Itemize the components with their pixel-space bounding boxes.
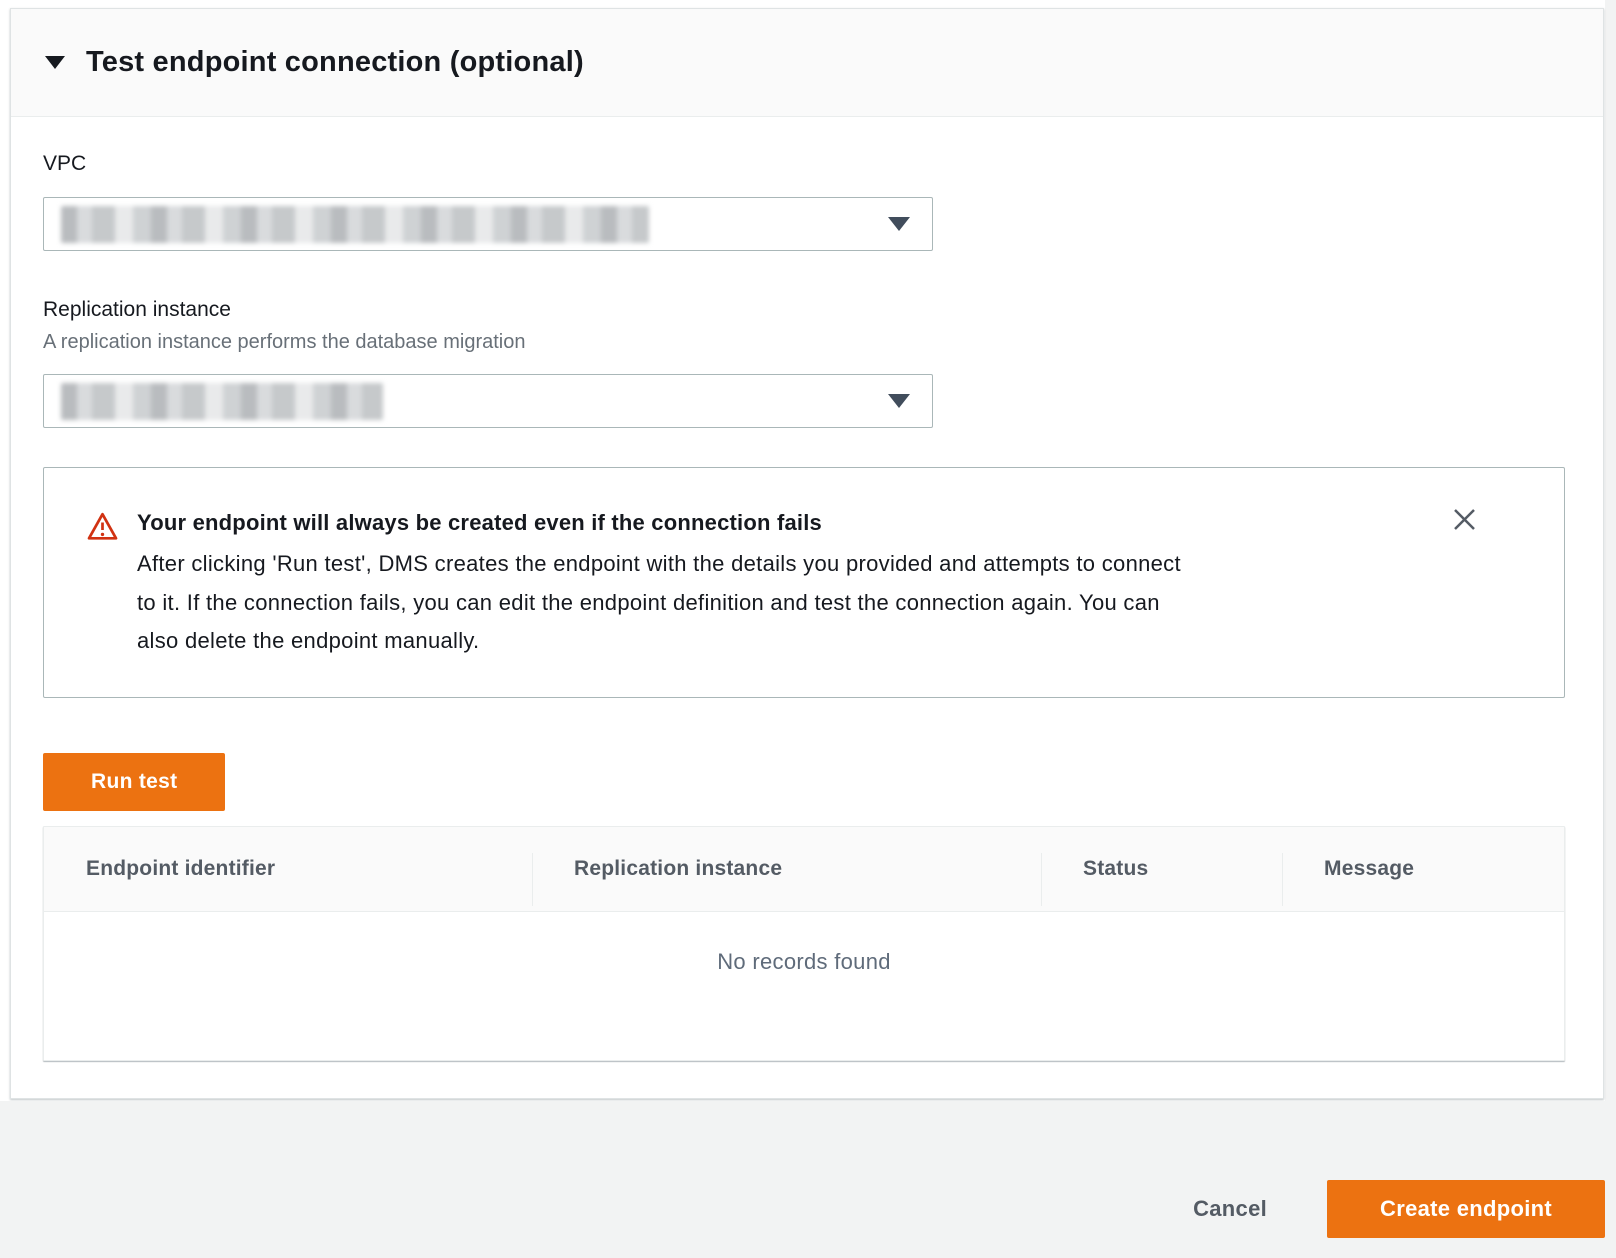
close-icon[interactable] [1447, 502, 1482, 537]
column-divider [1041, 853, 1042, 906]
replication-instance-field: Replication instance A replication insta… [43, 296, 1573, 428]
caret-down-icon [888, 217, 910, 231]
create-endpoint-button[interactable]: Create endpoint [1327, 1180, 1605, 1238]
replication-instance-redacted-value [61, 383, 383, 420]
replication-instance-label: Replication instance [43, 296, 1573, 324]
vpc-label: VPC [43, 150, 1573, 178]
vpc-field: VPC [43, 150, 1573, 251]
warning-body-line: to it. If the connection fails, you can … [137, 584, 1181, 623]
section-collapse-caret-down-icon[interactable] [45, 56, 65, 69]
replication-instance-description: A replication instance performs the data… [43, 329, 1573, 355]
column-divider [1282, 853, 1283, 906]
warning-alert: Your endpoint will always be created eve… [43, 467, 1565, 698]
column-header-endpoint-identifier: Endpoint identifier [44, 827, 532, 911]
section-header-toggle[interactable]: Test endpoint connection (optional) [11, 9, 1603, 117]
empty-state-text: No records found [44, 912, 1564, 975]
column-header-message: Message [1282, 827, 1564, 911]
test-results-table: Endpoint identifier Replication instance… [43, 826, 1565, 1061]
warning-body-line: After clicking 'Run test', DMS creates t… [137, 545, 1181, 584]
page-right-gutter [1605, 0, 1616, 1101]
table-body: No records found [44, 912, 1564, 1060]
vpc-select[interactable] [43, 197, 933, 251]
section-title: Test endpoint connection (optional) [86, 46, 584, 79]
column-header-status: Status [1041, 827, 1282, 911]
cancel-button[interactable]: Cancel [1163, 1180, 1297, 1238]
warning-triangle-icon [87, 511, 118, 661]
column-divider [532, 853, 533, 906]
page-footer: Cancel Create endpoint [0, 1101, 1616, 1258]
warning-title: Your endpoint will always be created eve… [137, 508, 1181, 538]
vpc-redacted-value [61, 206, 649, 243]
warning-text: Your endpoint will always be created eve… [137, 508, 1181, 661]
section-content: VPC Replication instance A replication i… [11, 117, 1603, 1061]
table-header-row: Endpoint identifier Replication instance… [44, 827, 1564, 912]
column-header-replication-instance: Replication instance [532, 827, 1041, 911]
warning-body-line: also delete the endpoint manually. [137, 622, 1181, 661]
caret-down-icon [888, 394, 910, 408]
replication-instance-select[interactable] [43, 374, 933, 428]
test-endpoint-connection-panel: Test endpoint connection (optional) VPC … [10, 8, 1604, 1099]
run-test-button[interactable]: Run test [43, 753, 225, 811]
